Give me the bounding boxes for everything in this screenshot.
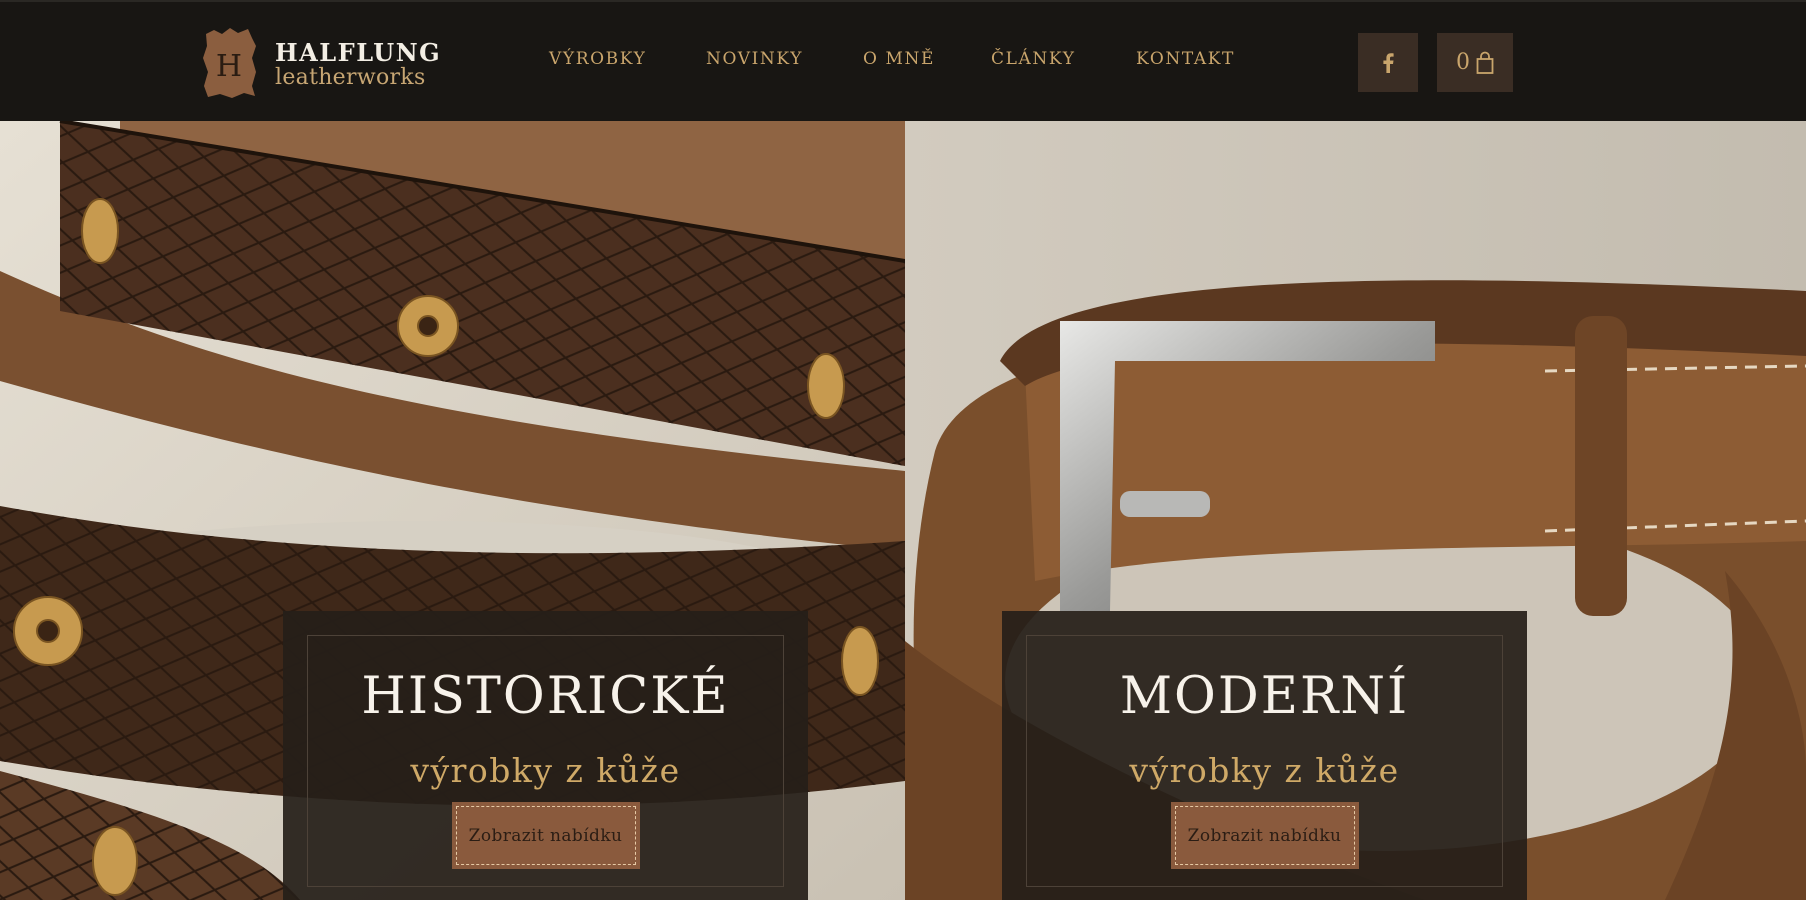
nav-item-clanky[interactable]: ČLÁNKY: [991, 49, 1076, 69]
cart-button[interactable]: 0: [1437, 33, 1513, 92]
logo[interactable]: H HALFLUNG leatherworks: [200, 28, 460, 98]
nav-item-o-mne[interactable]: O MNĚ: [863, 49, 935, 69]
modern-show-offer-label: Zobrazit nabídku: [1187, 825, 1342, 846]
nav-item-vyrobky[interactable]: VÝROBKY: [549, 49, 646, 69]
historic-card-subtitle: výrobky z kůže: [410, 751, 681, 790]
modern-card-subtitle: výrobky z kůže: [1129, 751, 1400, 790]
modern-show-offer-button[interactable]: Zobrazit nabídku: [1170, 802, 1359, 869]
modern-card-title: MODERNÍ: [1119, 667, 1410, 726]
cart-count: 0: [1456, 50, 1470, 75]
historic-products-panel[interactable]: HISTORICKÉ výrobky z kůže Zobrazit nabíd…: [0, 121, 905, 900]
hero-section: HISTORICKÉ výrobky z kůže Zobrazit nabíd…: [0, 121, 1806, 900]
leather-hide-logo-icon: H: [203, 28, 256, 98]
logo-mark-letter: H: [216, 49, 242, 84]
facebook-button[interactable]: [1358, 33, 1418, 92]
nav-item-kontakt[interactable]: KONTAKT: [1136, 49, 1235, 69]
nav-item-novinky[interactable]: NOVINKY: [706, 49, 803, 69]
facebook-icon: [1383, 52, 1394, 73]
historic-card: HISTORICKÉ výrobky z kůže Zobrazit nabíd…: [283, 611, 808, 900]
shopping-bag-icon: [1476, 51, 1494, 74]
site-header: H HALFLUNG leatherworks VÝROBKY NOVINKY …: [0, 0, 1806, 121]
modern-card: MODERNÍ výrobky z kůže Zobrazit nabídku: [1002, 611, 1527, 900]
brand-title: HALFLUNG: [275, 38, 442, 67]
historic-card-title: HISTORICKÉ: [361, 667, 730, 726]
historic-show-offer-button[interactable]: Zobrazit nabídku: [451, 802, 640, 869]
historic-show-offer-label: Zobrazit nabídku: [468, 825, 623, 846]
modern-products-panel[interactable]: MODERNÍ výrobky z kůže Zobrazit nabídku: [905, 121, 1806, 900]
brand-subtitle: leatherworks: [275, 65, 426, 90]
